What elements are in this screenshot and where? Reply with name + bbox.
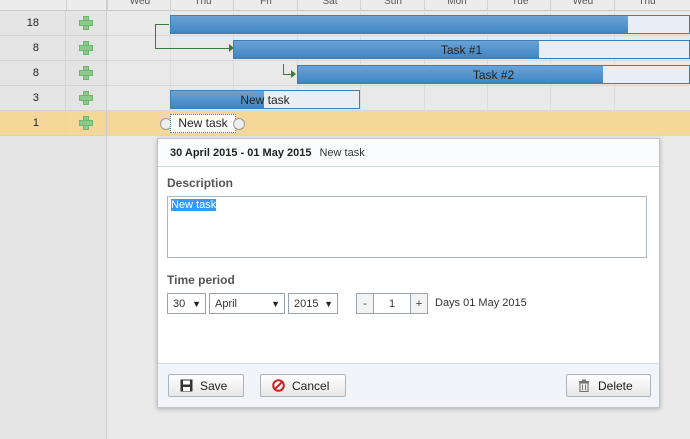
grid-row[interactable]: 8 (0, 61, 106, 86)
duration-cell: 3 (0, 86, 66, 110)
save-button[interactable]: Save (168, 374, 244, 397)
end-date-text: Days 01 May 2015 (435, 297, 527, 309)
time-period-label: Time period (167, 273, 235, 287)
add-task-icon[interactable] (79, 41, 93, 55)
grid-row-selected[interactable]: 1 (0, 111, 106, 136)
duration-cell: 8 (0, 61, 66, 85)
task-bar-label: New task (240, 93, 290, 107)
description-textarea[interactable]: New task (167, 196, 647, 258)
grid-row[interactable]: 8 (0, 36, 106, 61)
dependency-link (283, 64, 284, 74)
scale-cell: Thu (614, 0, 679, 10)
link-arrow-icon (291, 70, 296, 78)
scale-cell: Fri (233, 0, 298, 10)
duration-cell: 8 (0, 36, 66, 60)
duration-decrease-button[interactable]: - (356, 293, 374, 314)
day-value: 30 (173, 297, 186, 310)
delete-button[interactable]: Delete (566, 374, 651, 397)
lightbox-footer: Save Cancel Delete (158, 363, 659, 407)
task-bar-task2[interactable]: Task #2 (297, 65, 690, 84)
description-label: Description (167, 176, 234, 190)
add-task-icon[interactable] (79, 16, 93, 30)
duration-increase-button[interactable]: + (410, 293, 428, 314)
link-handle-icon[interactable] (233, 118, 245, 130)
lightbox-header: 30 April 2015 - 01 May 2015 New task (158, 139, 659, 167)
chevron-down-icon: ▼ (271, 299, 280, 309)
timeline-scale: Wed Thu Fri Sat Sun Mon Tue Wed Thu (107, 0, 690, 11)
task-bar-editing[interactable]: New task (170, 114, 236, 133)
chevron-down-icon: ▼ (324, 299, 333, 309)
dependency-link (155, 24, 156, 48)
duration-cell: 1 (0, 111, 66, 135)
lightbox-date-range: 30 April 2015 - 01 May 2015 (170, 146, 312, 159)
day-select[interactable]: 30 ▼ (167, 293, 206, 314)
task-lightbox: 30 April 2015 - 01 May 2015 New task Des… (157, 138, 660, 408)
delete-label: Delete (598, 378, 633, 393)
grid-header (0, 0, 106, 11)
grid-row[interactable]: 3 (0, 86, 106, 111)
task-bar-task1[interactable]: Task #1 (233, 40, 690, 59)
scale-cell: Sat (297, 0, 362, 10)
add-task-icon[interactable] (79, 116, 93, 130)
description-value: New task (171, 199, 217, 211)
year-select[interactable]: 2015 ▼ (288, 293, 338, 314)
save-icon (178, 378, 194, 394)
task-bar-label: Task #2 (472, 68, 515, 82)
scale-cell: Tue (487, 0, 552, 10)
task-bar-new[interactable]: New task (170, 90, 360, 109)
grid-row[interactable]: 18 (0, 11, 106, 36)
task-bar-label: Task #1 (440, 43, 483, 57)
lightbox-task-name: New task (319, 146, 365, 159)
add-task-icon[interactable] (79, 66, 93, 80)
cancel-label: Cancel (292, 378, 330, 393)
duration-cell: 18 (0, 11, 66, 35)
scale-cell: Mon (424, 0, 489, 10)
chevron-down-icon: ▼ (192, 299, 201, 309)
dependency-link (155, 24, 169, 25)
save-label: Save (200, 378, 228, 393)
task-bar-summary[interactable] (170, 15, 690, 34)
month-value: April (215, 297, 238, 310)
add-task-icon[interactable] (79, 91, 93, 105)
trash-icon (576, 378, 592, 394)
cancel-icon (270, 378, 286, 394)
duration-input[interactable]: 1 (373, 293, 411, 314)
year-value: 2015 (294, 297, 319, 310)
dependency-link (155, 48, 229, 49)
scale-cell: Wed (550, 0, 615, 10)
month-select[interactable]: April ▼ (209, 293, 285, 314)
scale-cell: Thu (170, 0, 235, 10)
task-grid: 18 8 8 3 1 (0, 0, 107, 439)
scale-cell: Wed (107, 0, 172, 10)
scale-cell: Sun (360, 0, 425, 10)
cancel-button[interactable]: Cancel (260, 374, 346, 397)
